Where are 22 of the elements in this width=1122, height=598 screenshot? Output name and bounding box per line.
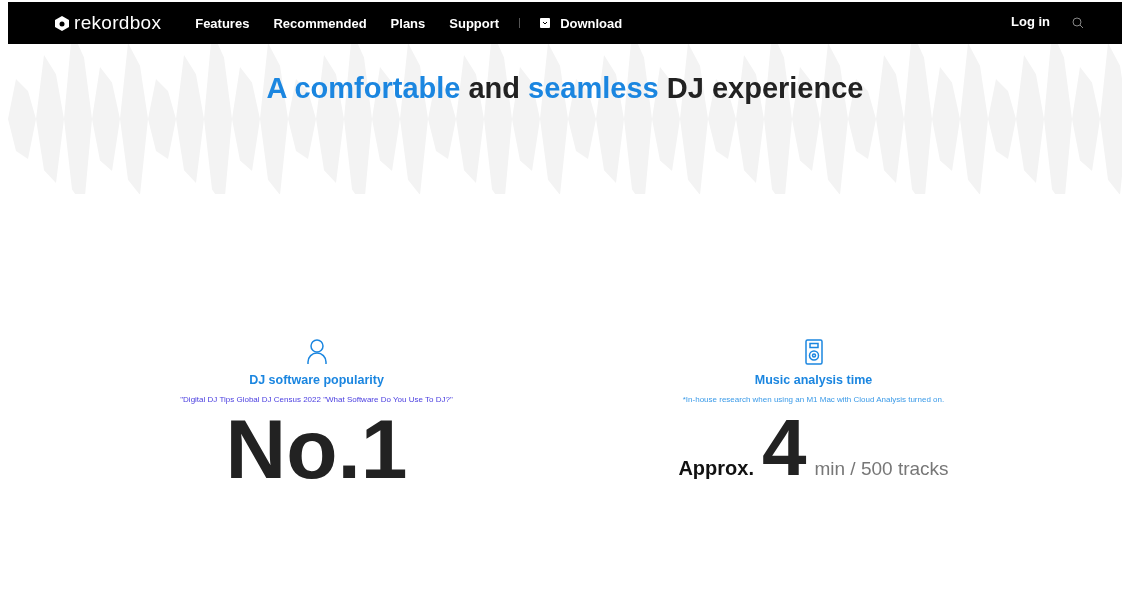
search-icon[interactable] (1072, 17, 1084, 29)
stat-title: DJ software popularity (249, 373, 384, 387)
logo[interactable]: rekordbox (54, 12, 162, 34)
nav-link[interactable]: Recommended (273, 15, 367, 31)
logo-text: rekordbox (74, 12, 162, 34)
headline: A comfortable and seamless DJ experience (265, 71, 865, 105)
nav-link[interactable]: Features (195, 15, 250, 31)
login-link[interactable]: Log in (1011, 13, 1050, 29)
stat-suffix: min / 500 tracks (814, 458, 949, 480)
download-icon (540, 18, 551, 28)
stat-title: Music analysis time (754, 373, 873, 387)
stat-value: 4 (761, 410, 807, 486)
download-link[interactable]: Download (540, 15, 623, 31)
music-player-icon (804, 339, 823, 365)
nav-link[interactable]: Support (449, 15, 500, 31)
stat-value: No.1 (225, 410, 408, 490)
stat-prefix: Approx. (678, 457, 754, 480)
logo-icon (54, 14, 70, 32)
person-icon (306, 339, 327, 365)
nav-link[interactable]: Plans (390, 15, 426, 31)
stat-note: *In-house research when using an M1 Mac with Cloud Analysis turned on. (682, 395, 945, 404)
stat-note: "Digital DJ Tips Global DJ Census 2022 "What Software Do You Use To DJ?" (180, 395, 453, 404)
